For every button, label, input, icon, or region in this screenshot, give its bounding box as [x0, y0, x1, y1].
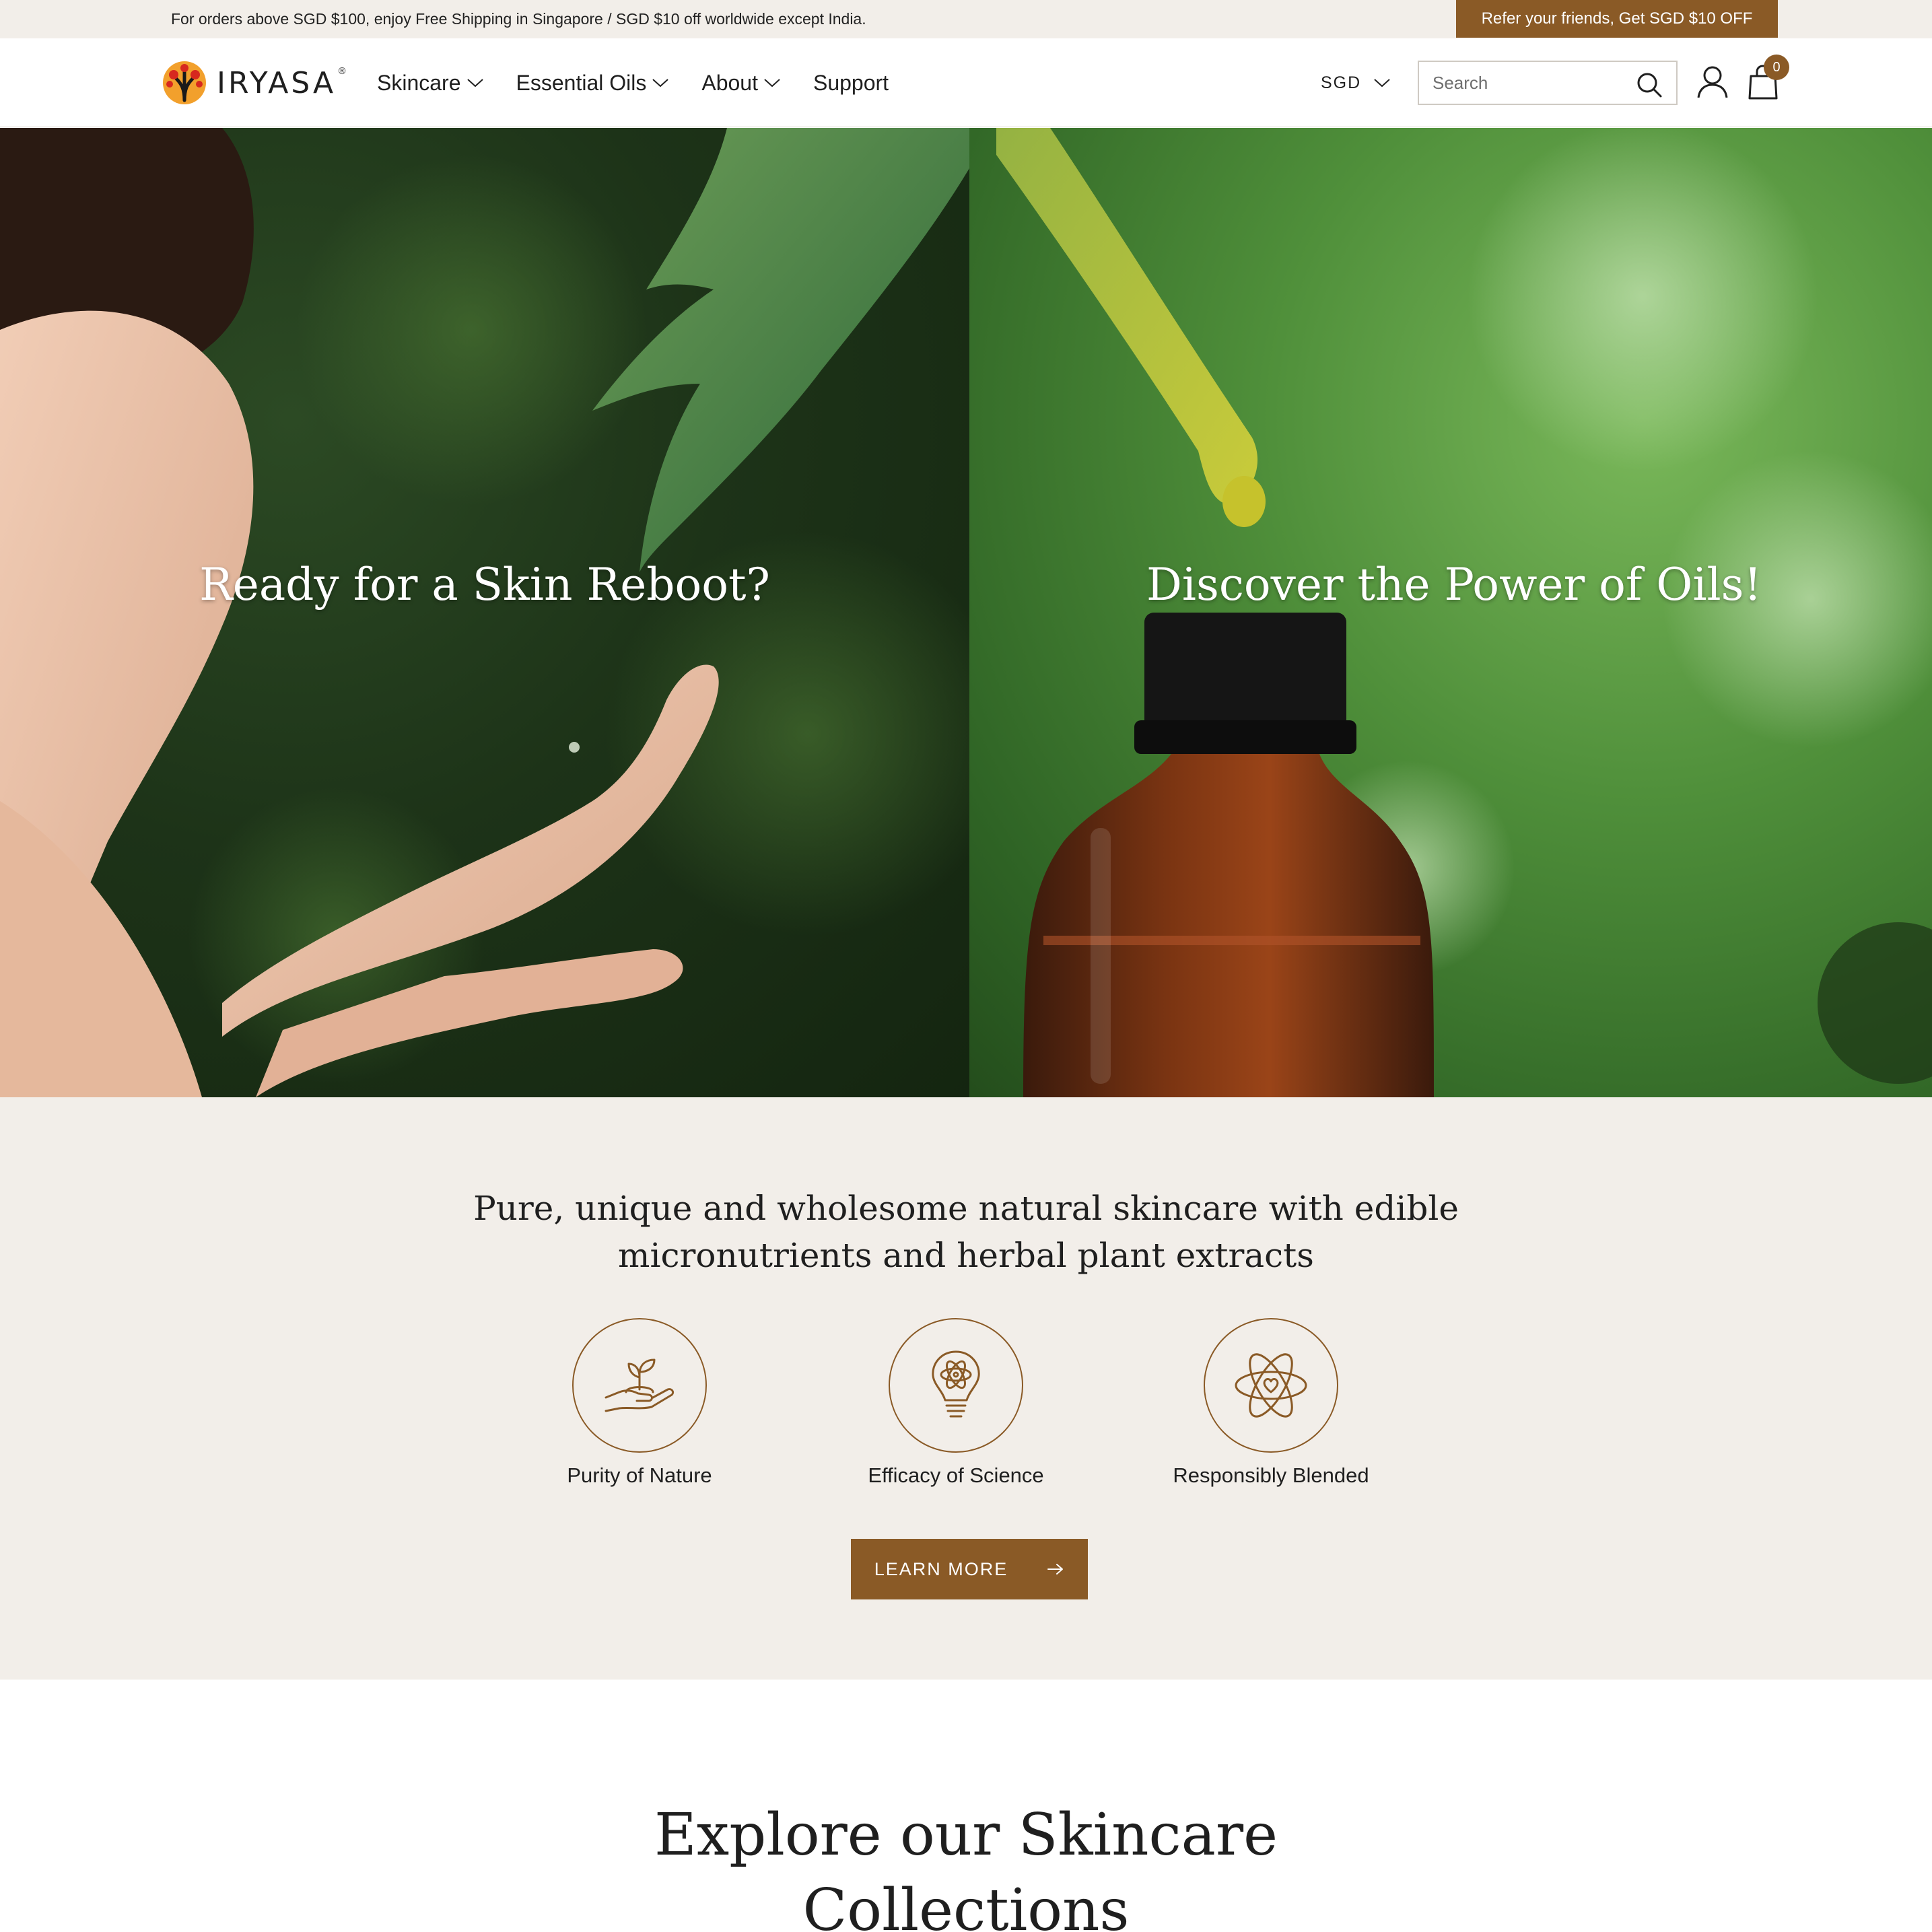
nav-item-about[interactable]: About — [701, 71, 781, 96]
pillar-icon-circle — [1204, 1318, 1338, 1453]
hero-power-of-oils-panel[interactable]: Discover the Power of Oils! — [969, 128, 1932, 1097]
nav-item-essential-oils[interactable]: Essential Oils — [516, 71, 670, 96]
arrow-right-icon — [1047, 1564, 1064, 1575]
nav-label: Essential Oils — [516, 70, 647, 95]
learn-more-label: LEARN MORE — [874, 1558, 1008, 1579]
atom-heart-icon — [1235, 1353, 1307, 1418]
pillars-title: Pure, unique and wholesome natural skinc… — [473, 1189, 1459, 1275]
nav-label: Support — [813, 70, 889, 95]
pillar-icon-circle — [889, 1318, 1023, 1453]
search-input[interactable] — [1433, 62, 1634, 104]
pillar-efficacy-of-science: Efficacy of Science — [848, 1318, 1064, 1488]
pillar-label: Purity of Nature — [567, 1463, 712, 1487]
hero-banner: Ready for a Skin Reboot? Discover the Po… — [0, 128, 1932, 1097]
pillar-icon-circle — [572, 1318, 707, 1453]
currency-value: SGD — [1321, 73, 1362, 92]
learn-more-button[interactable]: LEARN MORE — [851, 1539, 1088, 1599]
pillar-purity-of-nature: Purity of Nature — [532, 1318, 747, 1488]
hand-sprout-icon — [605, 1358, 675, 1412]
main-nav: Skincare Essential Oils About Support — [377, 38, 921, 127]
lightbulb-atom-icon — [932, 1350, 980, 1418]
hero-left-heading: Ready for a Skin Reboot? — [199, 559, 770, 611]
cart-count-badge: 0 — [1764, 55, 1789, 80]
brand-logo[interactable]: IRYASA ® — [162, 60, 349, 106]
announcement-text: For orders above SGD $100, enjoy Free Sh… — [171, 10, 866, 28]
iryasa-logo-icon — [163, 61, 206, 104]
hero-right-heading: Discover the Power of Oils! — [1146, 559, 1762, 611]
announcement-bar: For orders above SGD $100, enjoy Free Sh… — [0, 0, 1932, 38]
chevron-down-icon — [1374, 79, 1390, 88]
site-header: IRYASA ® Skincare Essential Oils About Su… — [0, 38, 1932, 127]
pillar-label: Efficacy of Science — [868, 1463, 1044, 1487]
hero-skin-reboot-panel[interactable]: Ready for a Skin Reboot? — [0, 128, 969, 1097]
account-icon[interactable] — [1696, 65, 1729, 99]
pillar-responsibly-blended: Responsibly Blended — [1163, 1318, 1379, 1488]
woman-with-leaf-image — [0, 128, 969, 1097]
chevron-down-icon — [467, 79, 483, 88]
skincare-collections-section: Explore our Skincare Collections — [0, 1680, 1932, 1932]
chevron-down-icon — [652, 79, 669, 88]
brand-pillars-section: Pure, unique and wholesome natural skinc… — [0, 1097, 1932, 1680]
nav-item-skincare[interactable]: Skincare — [377, 71, 484, 96]
oil-bottle-dropper-image — [996, 128, 1932, 1097]
refer-friends-button[interactable]: Refer your friends, Get SGD $10 OFF — [1456, 0, 1778, 38]
nav-label: About — [701, 70, 758, 95]
chevron-down-icon — [764, 79, 780, 88]
pillar-label: Responsibly Blended — [1173, 1463, 1369, 1487]
search-icon[interactable] — [1636, 71, 1663, 98]
search-box — [1418, 61, 1678, 105]
nav-item-support[interactable]: Support — [813, 71, 889, 96]
brand-name: IRYASA ® — [217, 65, 350, 100]
nav-label: Skincare — [377, 70, 461, 95]
collections-title: Explore our Skincare Collections — [654, 1801, 1278, 1932]
currency-selector[interactable]: SGD — [1321, 38, 1391, 127]
